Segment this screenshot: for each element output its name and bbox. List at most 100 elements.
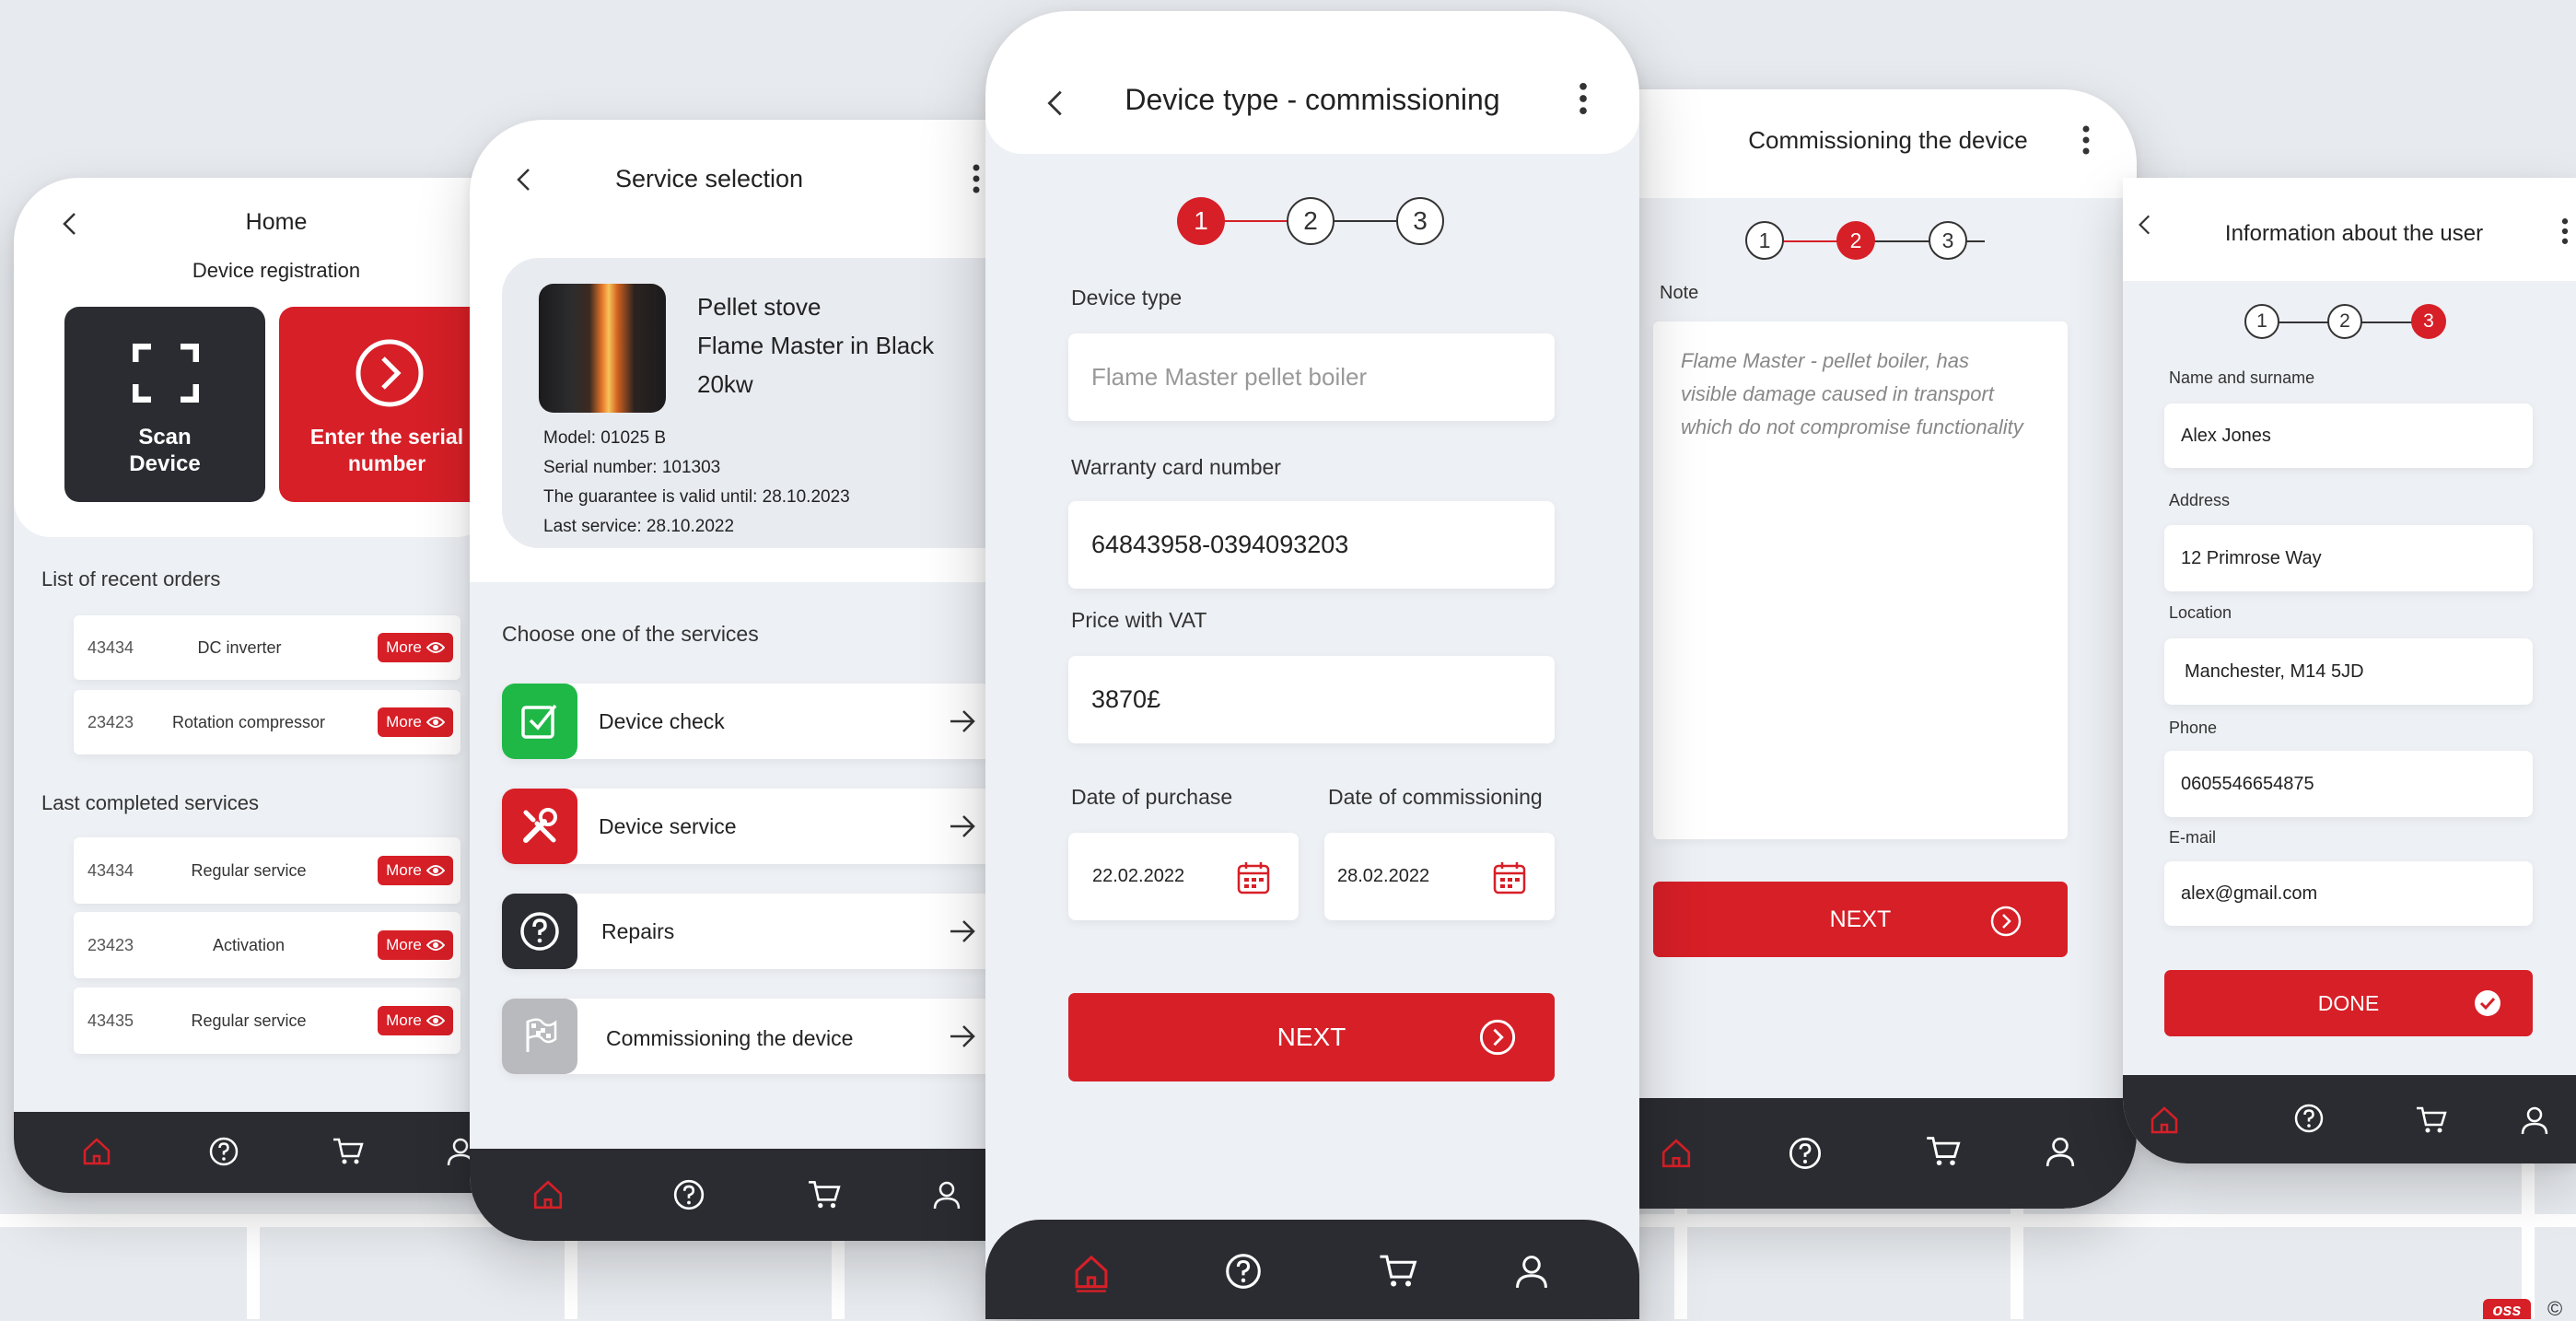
nav-home[interactable] <box>74 1128 120 1175</box>
nav-home[interactable] <box>2141 1097 2187 1143</box>
next-button[interactable]: NEXT <box>1653 882 2068 957</box>
eye-icon <box>425 1015 445 1026</box>
done-button[interactable]: DONE <box>2164 970 2533 1036</box>
more-button[interactable]: More <box>378 1006 453 1035</box>
arrow-right-icon <box>950 1025 975 1047</box>
step-3: 3 <box>1396 197 1444 245</box>
purchase-date-input[interactable]: 22.02.2022 <box>1068 833 1299 920</box>
commissioning-date-input[interactable]: 28.02.2022 <box>1324 833 1555 920</box>
calendar-icon[interactable] <box>1492 860 1527 895</box>
note-text-2: visible damage caused in transport <box>1681 382 1994 405</box>
nav-cart[interactable] <box>325 1128 371 1175</box>
calendar-icon[interactable] <box>1236 860 1271 895</box>
nav-cart[interactable] <box>1370 1244 1426 1299</box>
kebab-menu-icon[interactable] <box>2077 122 2095 158</box>
home-icon <box>1075 1255 1108 1292</box>
service-item-device-check[interactable]: Device check <box>502 684 985 759</box>
product-last-service: Last service: 28.10.2022 <box>543 517 735 536</box>
nav-cart[interactable] <box>2408 1097 2454 1143</box>
nav-home[interactable] <box>1064 1245 1119 1301</box>
name-field[interactable]: Alex Jones <box>2164 403 2533 468</box>
home-icon <box>83 1138 111 1165</box>
service-name: Regular service <box>191 861 307 880</box>
phone-field[interactable]: 0605546654875 <box>2164 751 2533 817</box>
order-name: Rotation compressor <box>171 713 326 731</box>
service-item-label: Commissioning the device <box>606 1026 854 1050</box>
warranty-value: 64843958-0394093203 <box>1091 531 1349 558</box>
order-name: DC inverter <box>197 638 282 657</box>
service-item-label: Device check <box>599 709 725 733</box>
nav-help[interactable] <box>1782 1130 1828 1176</box>
more-button[interactable]: More <box>378 856 453 885</box>
nav-profile[interactable] <box>2512 1097 2558 1143</box>
home-icon <box>1661 1139 1691 1168</box>
location-field[interactable]: Manchester, M14 5JD <box>2164 638 2533 705</box>
list-item[interactable]: 23423 Activation More <box>74 912 460 978</box>
kebab-menu-icon[interactable] <box>967 160 985 197</box>
cart-icon <box>1927 1137 1961 1165</box>
bottom-nav <box>2123 1075 2576 1163</box>
more-label: More <box>386 936 422 953</box>
arrow-right-icon <box>950 920 975 942</box>
list-item[interactable]: 43435 Regular service More <box>74 988 460 1054</box>
service-id: 23423 <box>87 936 134 954</box>
more-button[interactable]: More <box>378 707 453 737</box>
location-label: Location <box>2169 603 2232 622</box>
step-1: 1 <box>2244 304 2279 339</box>
question-icon <box>209 1137 239 1166</box>
nav-profile[interactable] <box>2037 1128 2083 1175</box>
next-button[interactable]: NEXT <box>1068 993 1555 1081</box>
bottom-nav <box>14 1112 493 1193</box>
home-icon <box>2151 1106 2178 1134</box>
warranty-input[interactable]: 64843958-0394093203 <box>1068 501 1555 589</box>
email-field[interactable]: alex@gmail.com <box>2164 861 2533 926</box>
nav-home[interactable] <box>1653 1130 1699 1176</box>
arrow-right-icon <box>950 710 975 732</box>
user-header: Information about the user <box>2123 178 2576 281</box>
price-input[interactable]: 3870£ <box>1068 656 1555 743</box>
device-type-input[interactable]: Flame Master pellet boiler <box>1068 333 1555 421</box>
list-item[interactable]: 43434 Regular service More <box>74 837 460 904</box>
kebab-menu-icon[interactable] <box>1573 77 1593 120</box>
user-icon <box>2046 1137 2075 1167</box>
nav-cart[interactable] <box>1920 1128 1966 1175</box>
kebab-menu-icon[interactable] <box>2556 215 2574 248</box>
nav-help[interactable] <box>2286 1095 2332 1141</box>
scan-label-2: Device <box>129 451 201 476</box>
commissioning-note-screen: Commissioning the device 1 2 3 Note Flam… <box>1584 89 2137 1209</box>
service-item-repairs[interactable]: Repairs <box>502 894 985 969</box>
more-button[interactable]: More <box>378 633 453 662</box>
nav-home[interactable] <box>525 1172 571 1218</box>
note-textarea[interactable]: Flame Master - pellet boiler, has visibl… <box>1653 321 2068 839</box>
chevron-left-icon <box>2139 215 2151 235</box>
question-icon <box>673 1179 705 1210</box>
nav-profile[interactable] <box>1504 1244 1559 1299</box>
arrow-circle-right-icon <box>1990 906 2022 937</box>
page-title: Device type - commissioning <box>1125 83 1500 116</box>
product-name: Pellet stove <box>697 293 822 321</box>
more-label: More <box>386 1011 422 1029</box>
brand-badge: oss <box>2483 1299 2531 1319</box>
address-field[interactable]: 12 Primrose Way <box>2164 525 2533 591</box>
product-name-2: Flame Master in Black <box>697 332 935 359</box>
eye-icon <box>425 642 445 653</box>
question-icon <box>502 894 577 969</box>
service-item-commissioning[interactable]: Commissioning the device <box>502 999 985 1074</box>
step-2: 2 <box>2327 304 2362 339</box>
service-item-device-service[interactable]: Device service <box>502 789 985 864</box>
commissioning-date-value: 28.02.2022 <box>1337 866 1430 886</box>
arrow-right-icon <box>950 815 975 837</box>
nav-help[interactable] <box>1216 1244 1271 1299</box>
recent-orders-title: List of recent orders <box>41 567 221 590</box>
nav-profile[interactable] <box>924 1172 970 1218</box>
scan-device-button[interactable]: Scan Device <box>64 307 265 502</box>
service-header: Service selection Pellet stove Flame Mas… <box>470 120 985 582</box>
list-item[interactable]: 23423 Rotation compressor More <box>74 690 460 754</box>
enter-serial-button[interactable]: Enter the serial number <box>279 307 493 502</box>
nav-cart[interactable] <box>801 1172 847 1218</box>
nav-help[interactable] <box>666 1172 712 1218</box>
list-item[interactable]: 43434 DC inverter More <box>74 615 460 680</box>
nav-help[interactable] <box>201 1128 247 1175</box>
product-image <box>539 284 666 413</box>
more-button[interactable]: More <box>378 930 453 960</box>
